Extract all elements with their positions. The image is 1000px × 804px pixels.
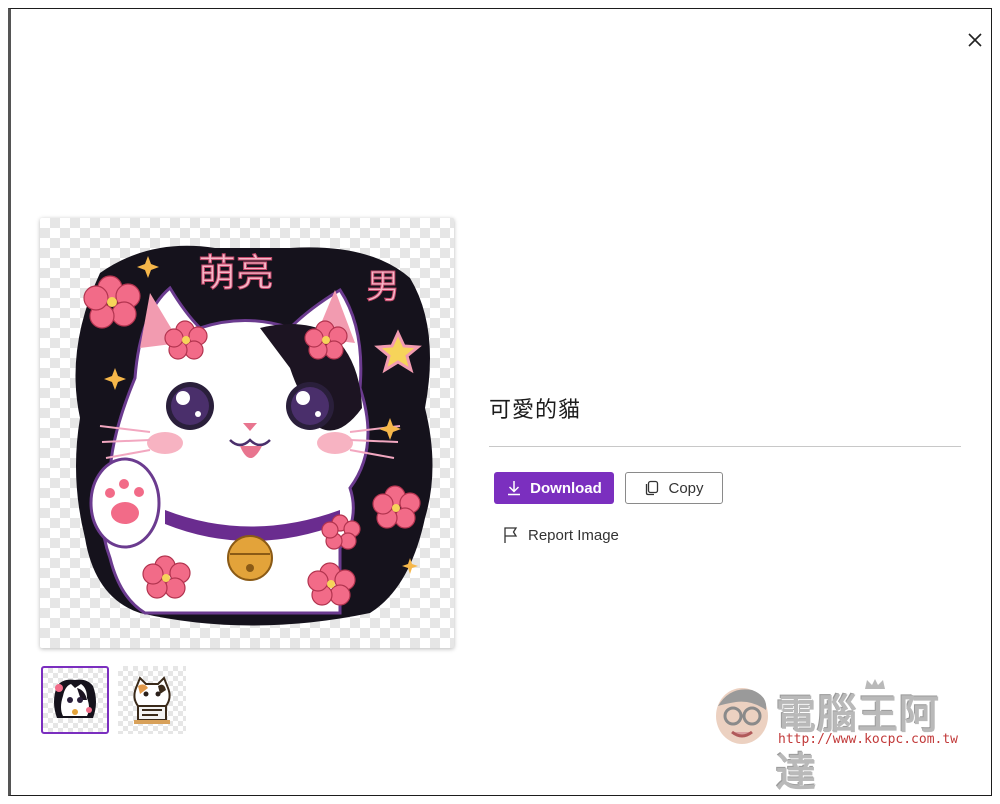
image-title: 可愛的貓 [489, 398, 582, 423]
download-button[interactable]: Download [494, 472, 614, 504]
watermark-url: http://www.kocpc.com.tw [778, 732, 959, 747]
main-image: 萌亮 男 [40, 218, 454, 648]
copy-icon [646, 480, 659, 496]
thumbnail-1[interactable] [41, 666, 109, 734]
download-label: Download [530, 479, 602, 497]
copy-label: Copy [668, 479, 704, 497]
sign-text-right: 男 [366, 267, 400, 307]
copy-button[interactable]: Copy [625, 472, 723, 504]
divider [489, 446, 961, 447]
sign-text-left: 萌亮 [198, 251, 274, 295]
report-image-link[interactable]: Report Image [502, 526, 619, 544]
download-icon [508, 481, 521, 496]
close-icon [968, 33, 982, 47]
report-label: Report Image [528, 526, 619, 544]
mascot-logo [716, 688, 768, 744]
lucky-cat-sticker: 萌亮 男 [75, 245, 433, 626]
thumbnail-2-image [133, 676, 171, 724]
thumbnail-1-image [54, 679, 96, 718]
watermark: 電腦王阿達 http://www.kocpc.com.tw [712, 678, 972, 796]
close-button[interactable] [962, 27, 988, 53]
flag-icon [504, 527, 518, 543]
thumbnail-2[interactable] [118, 666, 186, 734]
